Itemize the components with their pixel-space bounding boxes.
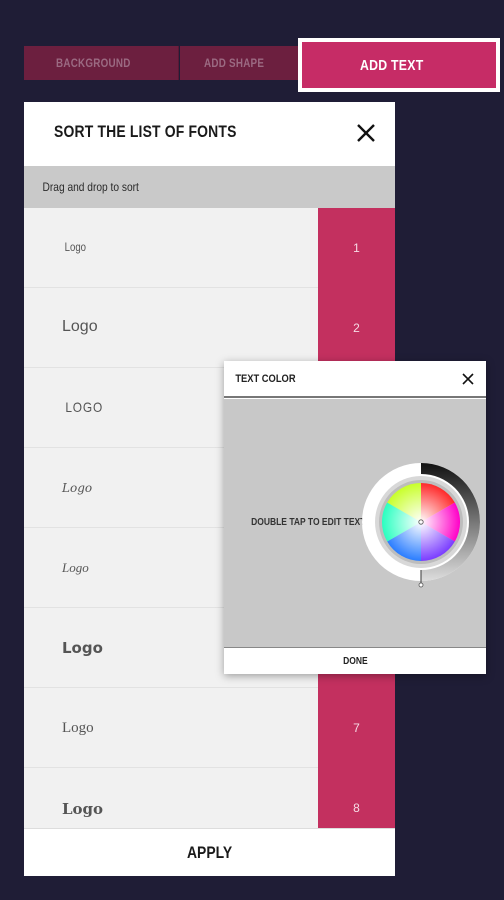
font-sample: Logo (62, 720, 94, 736)
font-sample: LOGO (65, 399, 104, 415)
tab-background-label: BACKGROUND (55, 56, 131, 70)
done-label: DONE (342, 655, 368, 667)
tab-add-text[interactable]: ADD TEXT (298, 38, 500, 92)
font-row[interactable]: Logo 1 (24, 208, 395, 288)
font-sample: Logo (62, 639, 103, 657)
font-row[interactable]: Logo 7 (24, 688, 395, 768)
close-icon[interactable] (460, 371, 476, 387)
apply-button[interactable]: APPLY (24, 829, 395, 876)
color-dialog-footer: DONE (224, 647, 486, 674)
tab-add-shape[interactable]: ADD SHAPE (180, 46, 302, 80)
font-sample: Logo (64, 240, 87, 254)
font-sample: Logo (62, 318, 98, 335)
font-sample: Logo (62, 800, 104, 818)
font-order-number[interactable]: 2 (318, 288, 395, 368)
top-tab-bar: BACKGROUND ADD SHAPE ADD TEXT (24, 38, 500, 92)
font-sample: Logo (62, 560, 89, 575)
tab-add-shape-label: ADD SHAPE (204, 56, 265, 70)
close-icon[interactable] (353, 120, 379, 146)
color-dialog-header: TEXT COLOR (224, 361, 486, 398)
sort-hint-bar: Drag and drop to sort (24, 166, 395, 208)
edit-text-hint: DOUBLE TAP TO EDIT TEXT (251, 517, 366, 528)
font-sample: Logo (62, 481, 93, 495)
font-order-number[interactable]: 1 (318, 208, 395, 288)
text-color-dialog: TEXT COLOR DOUBLE TAP TO EDIT TEXT DONE (224, 361, 486, 674)
done-button[interactable]: DONE (224, 648, 486, 674)
sort-panel-header: SORT THE LIST OF FONTS (24, 102, 395, 166)
color-dialog-title: TEXT COLOR (235, 373, 296, 385)
sort-hint: Drag and drop to sort (42, 180, 139, 194)
tab-add-text-label: ADD TEXT (360, 56, 424, 74)
sort-panel-title: SORT THE LIST OF FONTS (54, 122, 237, 141)
tab-background[interactable]: BACKGROUND (24, 46, 179, 80)
apply-label: APPLY (186, 843, 233, 862)
font-row[interactable]: Logo 2 (24, 288, 395, 368)
apply-bar: APPLY (24, 828, 395, 876)
font-order-number[interactable]: 7 (318, 688, 395, 768)
color-wheel-icon[interactable] (361, 460, 485, 590)
color-preview-area[interactable]: DOUBLE TAP TO EDIT TEXT (224, 399, 486, 647)
